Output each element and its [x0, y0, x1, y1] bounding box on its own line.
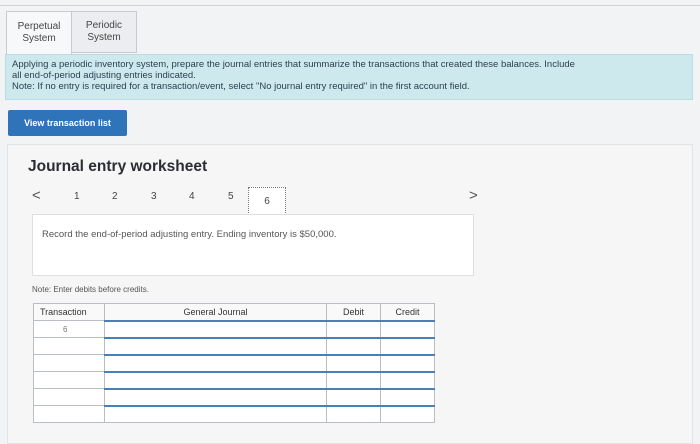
debit-input[interactable]	[326, 370, 381, 389]
view-transaction-list-button[interactable]: View transaction list	[8, 110, 127, 136]
page-6-button-current[interactable]: 6	[248, 187, 286, 215]
debit-input[interactable]	[326, 353, 381, 372]
transaction-cell	[33, 405, 105, 423]
debit-input[interactable]	[326, 319, 381, 338]
account-select[interactable]	[104, 387, 327, 406]
debits-note: Note: Enter debits before credits.	[32, 285, 149, 294]
page-3-button[interactable]: 3	[151, 191, 157, 202]
top-divider	[0, 5, 700, 6]
debit-input[interactable]	[326, 404, 381, 423]
credit-input[interactable]	[380, 387, 435, 406]
tab-periodic-system[interactable]: Periodic System	[71, 11, 137, 53]
table-row	[33, 404, 435, 423]
header-credit: Credit	[380, 303, 435, 321]
transaction-cell	[33, 354, 105, 372]
page-2-button[interactable]: 2	[112, 191, 118, 202]
credit-input[interactable]	[380, 319, 435, 338]
credit-input[interactable]	[380, 404, 435, 423]
journal-table: Transaction General Journal Debit Credit…	[33, 303, 435, 423]
transaction-cell	[33, 371, 105, 389]
table-row	[33, 353, 435, 372]
debit-input[interactable]	[326, 336, 381, 355]
instructions-line-2: all end-of-period adjusting entries indi…	[12, 70, 196, 81]
transaction-cell	[33, 388, 105, 406]
credit-input[interactable]	[380, 353, 435, 372]
worksheet-title: Journal entry worksheet	[28, 158, 208, 175]
credit-input[interactable]	[380, 336, 435, 355]
debit-input[interactable]	[326, 387, 381, 406]
header-debit: Debit	[326, 303, 381, 321]
transaction-cell: 6	[33, 320, 105, 338]
journal-entry-worksheet: Journal entry worksheet < 1 2 3 4 5 6 > …	[7, 144, 693, 444]
header-general-journal: General Journal	[104, 303, 327, 321]
header-transaction: Transaction	[33, 303, 105, 321]
table-row	[33, 387, 435, 406]
table-row	[33, 370, 435, 389]
instructions-line-1: Applying a periodic inventory system, pr…	[12, 59, 575, 70]
account-select[interactable]	[104, 404, 327, 423]
table-row: 6	[33, 319, 435, 338]
transaction-cell	[33, 337, 105, 355]
entry-prompt: Record the end-of-period adjusting entry…	[32, 214, 474, 276]
page-1-button[interactable]: 1	[74, 191, 80, 202]
account-select[interactable]	[104, 336, 327, 355]
journal-header-row: Transaction General Journal Debit Credit	[33, 303, 435, 321]
table-row	[33, 336, 435, 355]
next-page-chevron-icon[interactable]: >	[469, 187, 478, 204]
page-5-button[interactable]: 5	[228, 191, 234, 202]
credit-input[interactable]	[380, 370, 435, 389]
prev-page-chevron-icon[interactable]: <	[32, 187, 41, 204]
page-4-button[interactable]: 4	[189, 191, 195, 202]
instructions-panel: Applying a periodic inventory system, pr…	[5, 54, 693, 100]
tab-perpetual-system[interactable]: Perpetual System	[6, 11, 72, 55]
account-select[interactable]	[104, 370, 327, 389]
account-select[interactable]	[104, 319, 327, 338]
account-select[interactable]	[104, 353, 327, 372]
instructions-note: Note: If no entry is required for a tran…	[12, 81, 470, 92]
system-tabs: Perpetual System Periodic System	[6, 11, 137, 55]
